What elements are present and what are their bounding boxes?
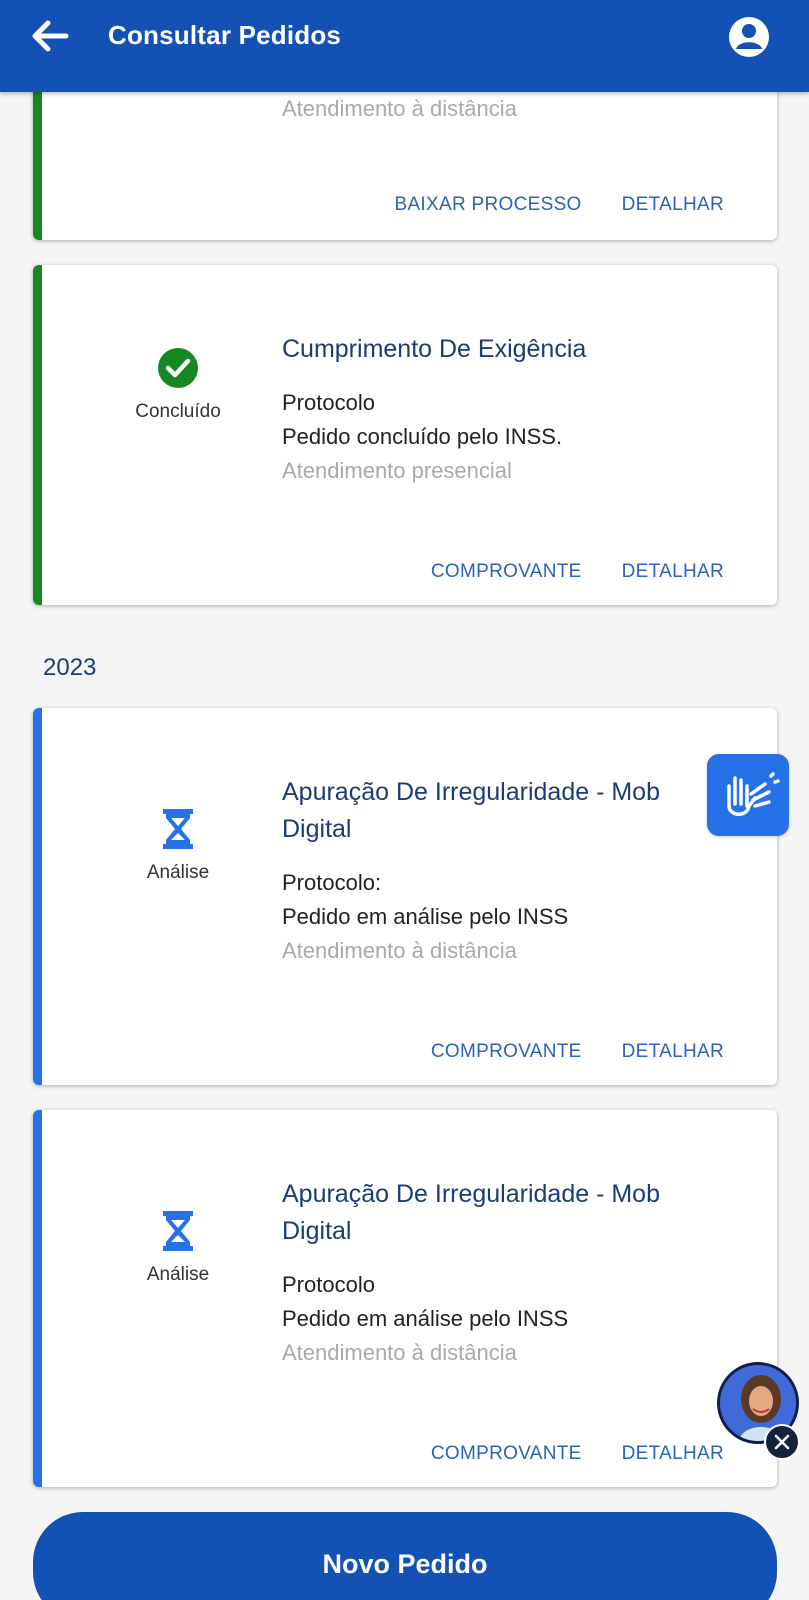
card-actions: COMPROVANTE DETALHAR — [391, 1041, 724, 1063]
close-assistant-button[interactable] — [764, 1424, 800, 1460]
status-label: Análise — [146, 862, 210, 883]
page-title: Consultar Pedidos — [108, 20, 342, 50]
status-block: Concluído — [93, 347, 263, 423]
sign-language-icon — [727, 772, 780, 816]
sign-language-button[interactable] — [707, 754, 789, 836]
arrow-left-icon[interactable] — [28, 14, 72, 58]
request-card: Atendimento à distância BAIXAR PROCESSO D… — [33, 70, 777, 240]
request-card: Análise Apuração De Irregularidade - Mob… — [33, 1110, 777, 1487]
request-info: Cumprimento De Exigência Protocolo Pedid… — [282, 331, 722, 488]
year-heading: 2023 — [43, 654, 97, 681]
hourglass-icon — [163, 1211, 193, 1251]
details-button[interactable]: DETALHAR — [622, 561, 724, 582]
user-circle-icon[interactable] — [728, 16, 770, 58]
card-actions: COMPROVANTE DETALHAR — [391, 1443, 724, 1465]
status-stripe — [33, 70, 42, 240]
status-stripe — [33, 708, 42, 1085]
details-button[interactable]: DETALHAR — [622, 194, 724, 215]
request-card: Análise Apuração De Irregularidade - Mob… — [33, 708, 777, 1085]
status-label: Análise — [146, 1264, 210, 1285]
request-info: Atendimento à distância — [282, 92, 722, 126]
request-title: Cumprimento De Exigência — [282, 335, 587, 363]
request-title: Apuração De Irregularidade - Mob Digital — [282, 1180, 660, 1245]
status-stripe — [33, 265, 42, 605]
request-info: Apuração De Irregularidade - Mob Digital… — [282, 774, 722, 968]
service-type: Atendimento presencial — [282, 458, 512, 483]
request-status-text: Pedido em análise pelo INSS — [282, 904, 569, 929]
request-status-text: Pedido concluído pelo INSS. — [282, 424, 563, 449]
check-circle-icon — [158, 348, 198, 388]
service-type: Atendimento à distância — [282, 1340, 517, 1365]
details-button[interactable]: DETALHAR — [622, 1443, 724, 1464]
app-bar: Consultar Pedidos — [0, 0, 809, 92]
status-label: Concluído — [135, 401, 221, 422]
details-button[interactable]: DETALHAR — [622, 1041, 724, 1062]
protocol-number: Protocolo: — [282, 870, 382, 895]
protocol-number: Protocolo — [282, 1272, 375, 1297]
request-title: Apuração De Irregularidade - Mob Digital — [282, 778, 660, 843]
request-card: Concluído Cumprimento De Exigência Proto… — [33, 265, 777, 605]
protocol-number: Protocolo — [282, 390, 375, 415]
new-request-button[interactable]: Novo Pedido — [33, 1512, 777, 1600]
service-type: Atendimento à distância — [282, 938, 517, 963]
status-block: Análise — [93, 1210, 263, 1286]
status-stripe — [33, 1110, 42, 1487]
hourglass-icon — [163, 809, 193, 849]
service-type: Atendimento à distância — [282, 96, 517, 121]
request-status-text: Pedido em análise pelo INSS — [282, 1306, 569, 1331]
download-process-button[interactable]: BAIXAR PROCESSO — [394, 194, 581, 215]
close-icon — [774, 1434, 790, 1450]
card-actions: COMPROVANTE DETALHAR — [391, 561, 724, 583]
receipt-button[interactable]: COMPROVANTE — [431, 1443, 582, 1464]
receipt-button[interactable]: COMPROVANTE — [431, 1041, 582, 1062]
status-block: Análise — [93, 808, 263, 884]
card-actions: BAIXAR PROCESSO DETALHAR — [354, 194, 724, 216]
receipt-button[interactable]: COMPROVANTE — [431, 561, 582, 582]
request-info: Apuração De Irregularidade - Mob Digital… — [282, 1176, 722, 1370]
